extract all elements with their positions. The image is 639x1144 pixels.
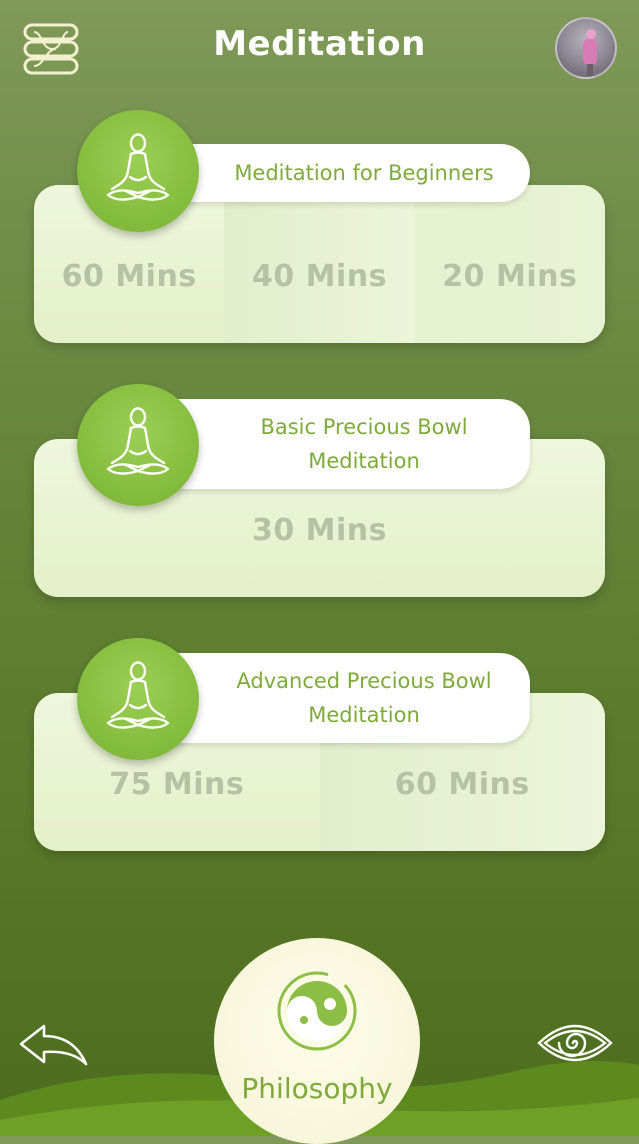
duration-option[interactable]: 20 Mins: [414, 185, 605, 343]
back-arrow-icon[interactable]: [18, 1022, 90, 1068]
meditation-card-beginners: 60 Mins 40 Mins 20 Mins Meditation for B…: [34, 110, 605, 348]
meditation-pose-icon: [77, 110, 199, 232]
header: Meditation: [0, 0, 639, 100]
meditation-pose-icon: [77, 638, 199, 760]
meditation-pose-icon: [77, 384, 199, 506]
meditation-card-basic: 30 Mins Basic Precious Bowl Meditation: [34, 382, 605, 602]
card-title: Advanced Precious Bowl Meditation: [148, 653, 530, 743]
yin-yang-icon: [277, 971, 357, 1051]
philosophy-button[interactable]: Philosophy: [214, 938, 420, 1144]
meditation-card-advanced: 75 Mins 60 Mins Advanced Precious Bowl M…: [34, 636, 605, 856]
page-title: Meditation: [213, 24, 426, 64]
card-title: Basic Precious Bowl Meditation: [148, 399, 530, 489]
eye-spiral-icon[interactable]: [536, 1015, 614, 1071]
card-title: Meditation for Beginners: [148, 144, 530, 202]
avatar[interactable]: [555, 17, 617, 79]
duration-option[interactable]: 40 Mins: [224, 185, 415, 343]
philosophy-label: Philosophy: [241, 1072, 393, 1105]
